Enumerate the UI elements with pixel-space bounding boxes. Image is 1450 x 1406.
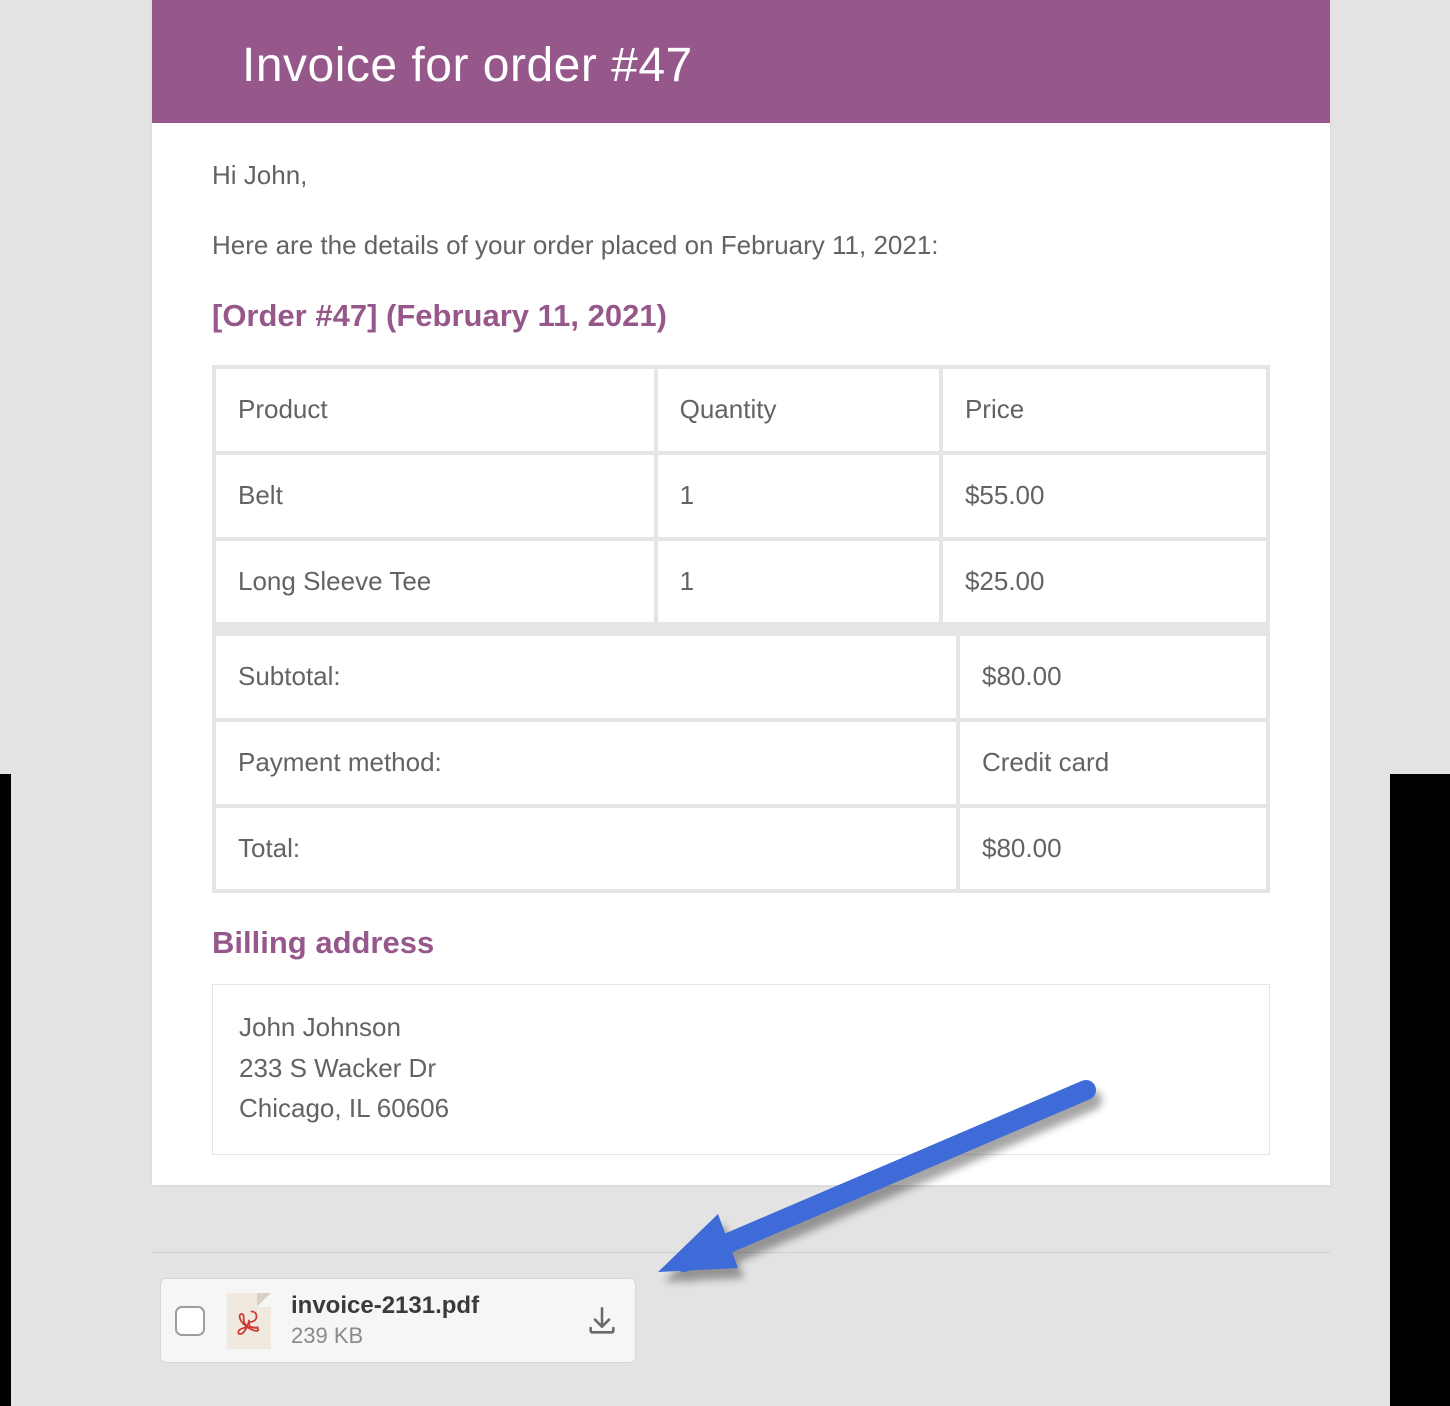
- summary-value: Credit card: [956, 722, 1266, 804]
- summary-value: $80.00: [956, 636, 1266, 718]
- email-card: Invoice for order #47 Hi John, Here are …: [152, 0, 1330, 1185]
- cell-price: $55.00: [943, 455, 1266, 537]
- col-product: Product: [216, 369, 654, 451]
- col-price: Price: [943, 369, 1266, 451]
- summary-row: Total: $80.00: [216, 804, 1266, 890]
- order-heading: [Order #47] (February 11, 2021): [212, 294, 1270, 339]
- cell-quantity: 1: [658, 541, 939, 623]
- attachment-checkbox[interactable]: [175, 1306, 205, 1336]
- address-line: 233 S Wacker Dr: [239, 1048, 1243, 1088]
- table-row: Belt 1 $55.00: [216, 455, 1266, 537]
- summary-label: Payment method:: [216, 722, 956, 804]
- greeting: Hi John,: [212, 157, 1270, 195]
- billing-heading: Billing address: [212, 921, 1270, 966]
- address-line: John Johnson: [239, 1007, 1243, 1047]
- attachment-filename: invoice-2131.pdf: [291, 1292, 569, 1321]
- order-table: Product Quantity Price Belt 1 $55.00 Lon…: [212, 365, 1270, 626]
- address-line: Chicago, IL 60606: [239, 1088, 1243, 1128]
- attachment-text: invoice-2131.pdf 239 KB: [291, 1292, 569, 1349]
- col-quantity: Quantity: [658, 369, 939, 451]
- summary-row: Subtotal: $80.00: [216, 636, 1266, 718]
- cell-price: $25.00: [943, 541, 1266, 623]
- decorative-bar: [1390, 774, 1450, 1406]
- summary-row: Payment method: Credit card: [216, 718, 1266, 804]
- download-icon: [585, 1304, 619, 1338]
- email-title: Invoice for order #47: [242, 38, 1270, 93]
- email-header: Invoice for order #47: [152, 0, 1330, 123]
- cell-product: Belt: [216, 455, 654, 537]
- summary-label: Total:: [216, 808, 956, 890]
- pdf-icon: [227, 1293, 271, 1349]
- cell-quantity: 1: [658, 455, 939, 537]
- decorative-bar: [0, 774, 11, 1406]
- page-root: Invoice for order #47 Hi John, Here are …: [0, 0, 1450, 1406]
- email-body: Hi John, Here are the details of your or…: [152, 123, 1330, 1185]
- summary-label: Subtotal:: [216, 636, 956, 718]
- billing-address: John Johnson 233 S Wacker Dr Chicago, IL…: [212, 984, 1270, 1155]
- attachment-filesize: 239 KB: [291, 1323, 569, 1349]
- attachment-chip[interactable]: invoice-2131.pdf 239 KB: [160, 1278, 636, 1363]
- download-button[interactable]: [581, 1300, 623, 1342]
- divider: [152, 1252, 1330, 1253]
- order-summary: Subtotal: $80.00 Payment method: Credit …: [212, 624, 1270, 893]
- intro-text: Here are the details of your order place…: [212, 227, 1270, 265]
- summary-value: $80.00: [956, 808, 1266, 890]
- cell-product: Long Sleeve Tee: [216, 541, 654, 623]
- table-row: Long Sleeve Tee 1 $25.00: [216, 541, 1266, 623]
- table-header-row: Product Quantity Price: [216, 369, 1266, 451]
